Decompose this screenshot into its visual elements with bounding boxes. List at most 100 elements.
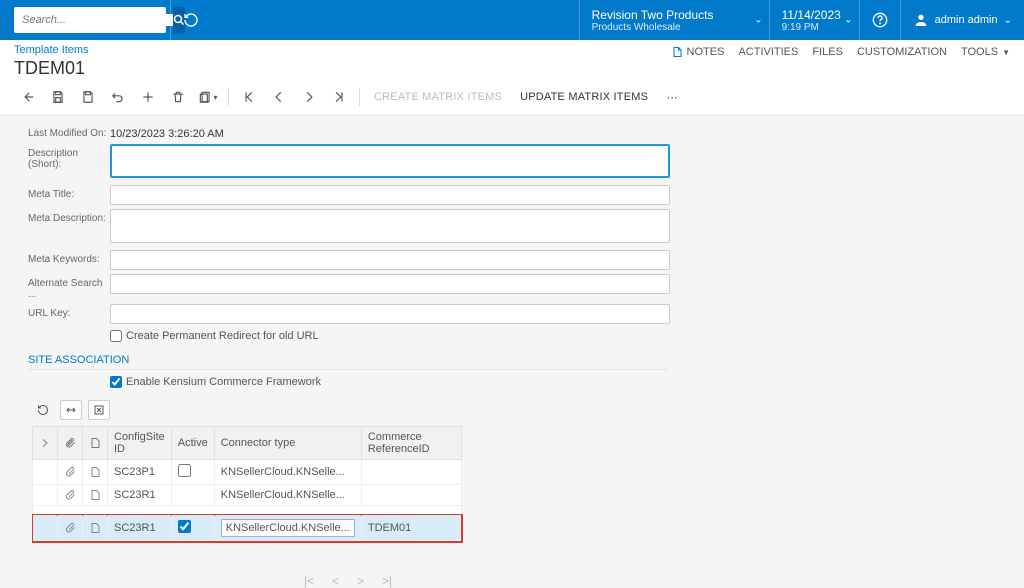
caret-down-icon: ▾	[213, 93, 217, 102]
enable-kcf-label: Enable Kensium Commerce Framework	[126, 376, 321, 388]
perm-redirect-label: Create Permanent Redirect for old URL	[126, 330, 319, 342]
col-note[interactable]	[83, 427, 108, 460]
tools-action[interactable]: TOOLS ▼	[961, 46, 1010, 58]
toolbar: ▾ CREATE MATRIX ITEMS UPDATE MATRIX ITEM…	[14, 79, 1010, 115]
grid-pager: |< < > >|	[28, 574, 668, 588]
pager-first[interactable]: |<	[304, 574, 314, 588]
files-action[interactable]: FILES	[812, 46, 843, 58]
meta-keywords-label: Meta Keywords:	[28, 250, 110, 265]
attachment-icon	[64, 522, 76, 534]
cell-connector: KNSellerCloud.KNSelle...	[214, 460, 361, 485]
grid-row[interactable]: SC23R1 KNSellerCloud.KNSelle...	[33, 485, 462, 506]
grid-row[interactable]: SC23P1 KNSellerCloud.KNSelle...	[33, 460, 462, 485]
business-date[interactable]: 11/14/2023 9:19 PM ⌄	[769, 0, 859, 40]
col-connector-type[interactable]: Connector type	[214, 427, 361, 460]
grid-header-row: ConfigSite ID Active Connector type Comm…	[33, 427, 462, 460]
more-actions[interactable]: ⋯	[658, 85, 686, 109]
copy-button[interactable]: ▾	[194, 85, 222, 109]
grid-row-selected[interactable]: SC23R1 KNSellerCloud.KNSelle... TDEM01	[33, 515, 462, 542]
perm-redirect-checkbox[interactable]	[110, 330, 122, 342]
last-modified-value: 10/23/2023 3:26:20 AM	[110, 124, 224, 140]
save-close-button[interactable]	[74, 85, 102, 109]
note-icon	[89, 437, 101, 449]
grid-fit-button[interactable]	[60, 400, 82, 420]
attachment-icon	[64, 437, 76, 449]
prev-button[interactable]	[265, 85, 293, 109]
meta-description-label: Meta Description:	[28, 209, 110, 224]
columns-icon	[65, 404, 77, 416]
help-button[interactable]	[859, 0, 900, 40]
user-icon	[913, 12, 929, 28]
caret-down-icon: ▼	[1002, 48, 1010, 57]
chevron-down-icon: ⌄	[754, 15, 762, 26]
pager-last[interactable]: >|	[382, 574, 392, 588]
activities-action[interactable]: ACTIVITIES	[738, 46, 798, 58]
refresh-icon	[183, 12, 199, 28]
alternate-search-label: Alternate Search ...	[28, 274, 110, 300]
arrow-left-icon	[21, 90, 35, 104]
notes-label: NOTES	[687, 46, 725, 58]
cell-active-checkbox[interactable]	[178, 464, 191, 477]
attachment-icon	[64, 466, 76, 478]
breadcrumb[interactable]: Template Items	[14, 44, 89, 56]
col-attach[interactable]	[58, 427, 83, 460]
description-short-input[interactable]	[110, 144, 670, 178]
cell-ref: TDEM01	[361, 515, 461, 542]
cell-ref	[361, 460, 461, 485]
tenant-sub: Products Wholesale	[592, 22, 757, 33]
note-icon	[89, 489, 101, 501]
col-active[interactable]: Active	[171, 427, 214, 460]
meta-keywords-input[interactable]	[110, 250, 670, 270]
cell-active-checkbox[interactable]	[178, 520, 191, 533]
col-commerce-ref[interactable]: Commerce ReferenceID	[361, 427, 461, 460]
note-icon	[671, 46, 683, 58]
delete-button[interactable]	[164, 85, 192, 109]
date-value: 11/14/2023	[782, 8, 847, 22]
cell-connector-input[interactable]: KNSellerCloud.KNSelle...	[221, 519, 355, 537]
meta-title-input[interactable]	[110, 185, 670, 205]
pager-next[interactable]: >	[357, 574, 364, 588]
cell-ref	[361, 485, 461, 506]
notes-action[interactable]: NOTES	[671, 46, 725, 58]
enable-kcf-checkbox[interactable]	[110, 376, 122, 388]
user-menu[interactable]: admin admin ⌄	[900, 0, 1024, 40]
next-button[interactable]	[295, 85, 323, 109]
create-matrix-cmd: CREATE MATRIX ITEMS	[366, 91, 510, 103]
pager-prev[interactable]: <	[332, 574, 339, 588]
nav-last-icon	[332, 90, 346, 104]
cell-connector: KNSellerCloud.KNSelle...	[214, 485, 361, 506]
col-pointer[interactable]	[33, 427, 58, 460]
search-input[interactable]	[14, 14, 173, 26]
tenant-selector[interactable]: Revision Two Products Products Wholesale…	[579, 0, 769, 40]
first-button[interactable]	[235, 85, 263, 109]
nav-next-icon	[302, 90, 316, 104]
grid-refresh-button[interactable]	[32, 400, 54, 420]
ellipsis-icon: ⋯	[667, 91, 678, 104]
col-config-site-id[interactable]: ConfigSite ID	[108, 427, 172, 460]
site-association-section: SITE ASSOCIATION	[28, 354, 668, 370]
refresh-button[interactable]	[171, 0, 211, 40]
meta-title-label: Meta Title:	[28, 185, 110, 200]
last-button[interactable]	[325, 85, 353, 109]
cell-config: SC23P1	[108, 460, 172, 485]
save-button[interactable]	[44, 85, 72, 109]
customization-action[interactable]: CUSTOMIZATION	[857, 46, 947, 58]
cancel-button[interactable]	[104, 85, 132, 109]
time-value: 9:19 PM	[782, 22, 847, 33]
update-matrix-cmd[interactable]: UPDATE MATRIX ITEMS	[512, 91, 656, 103]
alternate-search-input[interactable]	[110, 274, 670, 294]
export-icon	[93, 404, 105, 416]
cell-config: SC23R1	[108, 515, 172, 542]
add-button[interactable]	[134, 85, 162, 109]
back-button[interactable]	[14, 85, 42, 109]
cell-config: SC23R1	[108, 485, 172, 506]
meta-description-input[interactable]	[110, 209, 670, 243]
user-name: admin admin	[935, 14, 998, 26]
clipboard-icon	[198, 90, 212, 104]
content-area: Last Modified On: 10/23/2023 3:26:20 AM …	[0, 116, 1024, 588]
grid-export-button[interactable]	[88, 400, 110, 420]
nav-first-icon	[242, 90, 256, 104]
last-modified-label: Last Modified On:	[28, 124, 110, 139]
tenant-name: Revision Two Products	[592, 8, 757, 22]
url-key-input[interactable]	[110, 304, 670, 324]
